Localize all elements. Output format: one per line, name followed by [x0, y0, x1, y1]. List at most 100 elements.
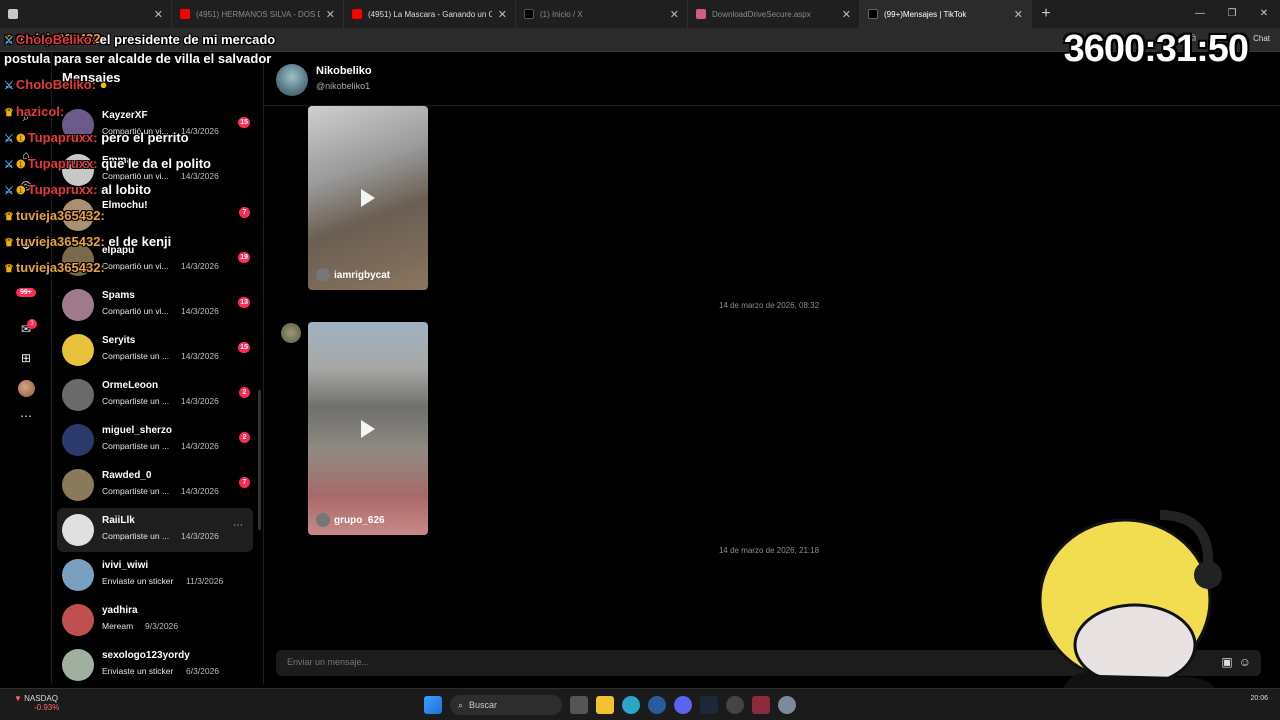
windows-start-icon[interactable]: [424, 696, 442, 714]
unread-count-badge: 2: [239, 432, 250, 443]
conversation-date: 14/3/2026: [181, 351, 219, 361]
conversation-item[interactable]: ivivi_wiwi Enviaste un sticker 11/3/2026: [57, 553, 253, 597]
browser-tab[interactable]: DownloadDriveSecure.aspx ✕: [688, 0, 860, 28]
chat-contact-handle: @nikobeliko1: [316, 81, 371, 91]
page-icon: [696, 9, 706, 19]
conversation-item[interactable]: OrmeLeoon Compartiste un ... 14/3/2026 2: [57, 373, 253, 417]
avatar[interactable]: [276, 64, 308, 96]
settings-icon[interactable]: [778, 696, 796, 714]
overlay-message: postula para ser alcalde de villa el sal…: [4, 51, 272, 66]
more-options-icon[interactable]: ⋯: [233, 520, 243, 531]
message-input[interactable]: [287, 657, 987, 667]
minimize-icon[interactable]: —: [1184, 0, 1216, 28]
clock[interactable]: 20:06: [1250, 695, 1268, 702]
conversation-scrollbar[interactable]: [258, 390, 261, 530]
unread-count-badge: 7: [239, 207, 250, 218]
unread-count-badge: 15: [238, 117, 250, 128]
close-icon[interactable]: ✕: [154, 8, 163, 21]
close-icon[interactable]: ✕: [326, 8, 335, 21]
close-icon[interactable]: ✕: [842, 8, 851, 21]
steam-icon[interactable]: [700, 696, 718, 714]
restore-icon[interactable]: ❐: [1216, 0, 1248, 28]
emoji-icon[interactable]: ☺: [1239, 655, 1251, 669]
browser-tab-active[interactable]: (99+)Mensajes | TikTok ✕: [860, 0, 1032, 28]
conversation-preview: Enviaste un sticker: [102, 576, 174, 586]
close-icon[interactable]: ✕: [670, 8, 679, 21]
close-icon[interactable]: ✕: [498, 8, 507, 21]
stock-widget[interactable]: ▼ NASDAQ -0.93%: [14, 694, 59, 712]
notifications-badge[interactable]: 99+: [16, 288, 36, 297]
conversation-item[interactable]: yadhira Meream 9/3/2026: [57, 598, 253, 642]
overlay-message: el presidente de mi mercado: [99, 32, 276, 47]
tab-title: (99+)Mensajes | TikTok: [884, 9, 967, 19]
overlay-chat-line: ♛ tuvieja365432:: [4, 208, 105, 223]
overlay-username: hazicol:: [15, 104, 65, 119]
overlay-username: tuvieja365432:: [15, 208, 105, 223]
conversation-name: yadhira: [102, 605, 138, 616]
more-icon[interactable]: ⋯: [17, 407, 35, 425]
chat-button[interactable]: Chat: [1253, 34, 1270, 43]
conversation-item[interactable]: Rawded_0 Compartiste un ... 14/3/2026 7: [57, 463, 253, 507]
conversation-date: 14/3/2026: [181, 486, 219, 496]
shared-video[interactable]: iamrigbycat: [308, 106, 428, 290]
unread-count-badge: 13: [238, 297, 250, 308]
conversation-item[interactable]: sexologo123yordy Enviaste un sticker 6/3…: [57, 643, 253, 684]
browser-tab[interactable]: (4951) HERMANOS SILVA - DOS D ✕: [172, 0, 344, 28]
conversation-date: 14/3/2026: [181, 171, 219, 181]
browser-tab[interactable]: (4951) La Mascara - Ganando un C ✕: [344, 0, 516, 28]
overlay-chat-line: ♛ tuvieja365432: el de kenji: [4, 234, 171, 249]
browser-tab[interactable]: (1) Inicio / X ✕: [516, 0, 688, 28]
tiktok-icon-rail: ⌕ ⌂ ◎ ☺ ☻ 99+ ✉ 3 ⊞ ⋯: [0, 52, 52, 684]
profile-avatar[interactable]: [18, 380, 35, 397]
new-tab-button[interactable]: +: [1032, 5, 1060, 23]
avatar: [62, 469, 94, 501]
chat-contact-name[interactable]: Nikobeliko: [316, 65, 372, 77]
overlay-chat-line: ♛ hazicol:: [4, 104, 64, 119]
tab-title: (4951) La Mascara - Ganando un C: [368, 9, 492, 19]
video-author: iamrigbycat: [334, 269, 391, 281]
game-icon[interactable]: [752, 696, 770, 714]
conversation-name: OrmeLeoon: [102, 380, 159, 391]
overlay-chat-line: ⚔ ❶ Tupapruxx: que le da el polito: [4, 156, 211, 171]
discord-icon[interactable]: [674, 696, 692, 714]
browser-tab[interactable]: ✕: [0, 0, 172, 28]
conversation-name: Seryits: [102, 335, 136, 346]
conversation-preview: Compartiste un ...: [102, 441, 170, 451]
avatar: [62, 604, 94, 636]
message-timestamp: 14 de marzo de 2026, 08:32: [718, 301, 820, 310]
sword-icon: ⚔: [4, 185, 14, 197]
overlay-message: el de kenji: [108, 234, 172, 249]
conversation-item[interactable]: miguel_sherzo Compartiste un ... 14/3/20…: [57, 418, 253, 462]
x-logo-icon: [524, 9, 534, 19]
search-label: Buscar: [469, 700, 498, 710]
github-icon[interactable]: [726, 696, 744, 714]
unread-count-badge: 7: [239, 477, 250, 488]
crown-icon: ♛: [4, 211, 14, 223]
ccleaner-icon[interactable]: [648, 696, 666, 714]
close-window-icon[interactable]: ✕: [1248, 0, 1280, 28]
conversation-item-selected[interactable]: RaiiLlk Compartiste un ... 14/3/2026 ⋯: [57, 508, 253, 552]
conversation-preview: Compartiste un ...: [102, 396, 170, 406]
conversation-list: Mensajes KayzerXF Compartió un vi... 14/…: [52, 52, 262, 684]
youtube-icon: [180, 9, 190, 19]
avatar: [62, 289, 94, 321]
avatar: [62, 424, 94, 456]
conversation-item[interactable]: Seryits Compartiste un ... 14/3/2026 15: [57, 328, 253, 372]
overlay-message: que le da el polito: [101, 156, 211, 171]
upload-icon[interactable]: ⊞: [17, 349, 35, 367]
sword-icon: ⚔: [4, 35, 14, 47]
stock-change: -0.93%: [34, 703, 60, 712]
avatar: [62, 649, 94, 681]
task-view-icon[interactable]: [570, 696, 588, 714]
close-icon[interactable]: ✕: [1014, 8, 1023, 21]
file-explorer-icon[interactable]: [596, 696, 614, 714]
avatar: [62, 559, 94, 591]
stock-name: NASDAQ: [24, 694, 58, 703]
unread-count-badge: 15: [238, 342, 250, 353]
edge-icon[interactable]: [622, 696, 640, 714]
shared-video[interactable]: grupo_626: [308, 322, 428, 535]
taskbar-search[interactable]: ⌕ Buscar: [450, 695, 562, 715]
conversation-item[interactable]: Spams Compartió un vi... 14/3/2026 13: [57, 283, 253, 327]
conversation-preview: Compartió un vi...: [102, 306, 169, 316]
conversation-date: 14/3/2026: [181, 441, 219, 451]
